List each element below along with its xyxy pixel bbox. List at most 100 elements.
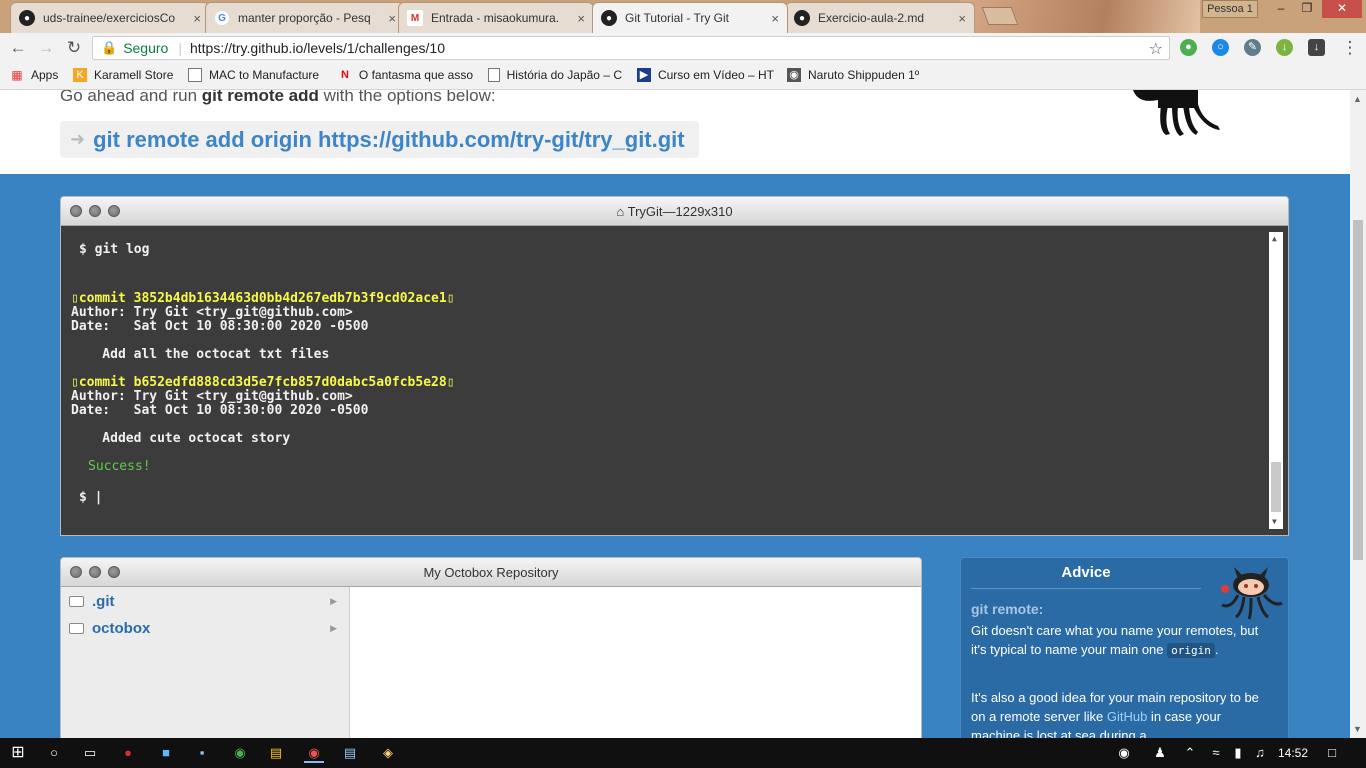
tab-close-icon[interactable]: × [388,11,396,26]
notepad-icon[interactable]: ▤ [340,743,360,763]
tab-close-icon[interactable]: × [193,11,201,26]
github-icon: ● [19,10,35,26]
tab-title: Git Tutorial - Try Git [625,11,730,25]
tray-chevron-up-icon[interactable]: ⌃ [1180,743,1200,763]
karamell-icon: K [73,68,87,82]
file-preview [350,587,921,738]
tab-close-icon[interactable]: × [958,11,966,26]
terminal-output[interactable]: $ git log ▯commit 3852b4db1634463d0bb4d2… [61,226,1288,535]
scroll-thumb[interactable] [1271,462,1281,512]
bookmark-mac-manufacture[interactable]: MAC to Manufacture [188,68,323,82]
window-zoom-dot[interactable] [108,566,120,578]
tab-google-search[interactable]: G manter proporção - Pesq × [205,2,405,33]
advice-text: . [1214,642,1219,657]
window-zoom-dot[interactable] [108,205,120,217]
commit-hash: commit b652edfd888cd3d5e7fcb857d0dabc5a0… [78,375,447,390]
bookmark-historia-japao[interactable]: História do Japão – C [488,68,622,82]
minimize-button[interactable]: – [1268,0,1294,18]
system-clock[interactable]: 14:52 [1278,746,1308,760]
page-scrollbar[interactable]: ▲ ▼ [1350,90,1366,738]
terminal-scrollbar[interactable]: ▲ ▼ [1269,232,1283,529]
green-app-icon[interactable]: ◉ [230,743,250,763]
repository-window: My Octobox Repository .git ▶ octobox ▶ [60,557,922,738]
bookmark-karamell[interactable]: K Karamell Store [73,68,183,82]
tab-close-icon[interactable]: × [771,11,779,26]
window-close-dot[interactable] [70,205,82,217]
address-bar[interactable]: 🔒 Seguro | https://try.github.io/levels/… [92,36,1170,60]
folder-icon [69,622,84,634]
eyedropper-icon[interactable]: ✎ [1244,39,1261,56]
bookmark-netflix[interactable]: N O fantasma que asso [338,68,473,82]
tab-uds-trainee[interactable]: ● uds-trainee/exerciciosCo × [10,2,210,33]
divider [971,588,1201,589]
netflix-icon: N [340,69,349,81]
commit-message: Added cute octocat story [71,431,291,446]
wifi-icon[interactable]: ≈ [1206,743,1226,763]
tab-git-tutorial[interactable]: ● Git Tutorial - Try Git × [592,2,788,33]
battery-icon[interactable]: ▮ [1228,743,1248,763]
instruction-panel: Go ahead and run git remote add with the… [0,90,1350,174]
bookmark-star-icon[interactable]: ☆ [1149,39,1163,59]
menu-dots-icon[interactable]: ⋮ [1340,38,1360,58]
scroll-up-icon[interactable]: ▲ [1272,234,1277,243]
window-close-dot[interactable] [70,566,82,578]
download-dark-icon[interactable]: ↓ [1308,39,1325,56]
bookmark-naruto[interactable]: ◉ Naruto Shippuden 1º [787,68,924,82]
secure-label: Seguro [123,40,169,56]
window-minimize-dot[interactable] [89,566,101,578]
window-minimize-dot[interactable] [89,205,101,217]
flag-app-icon[interactable]: ● [118,743,138,763]
people-icon[interactable]: ♟ [1150,743,1170,763]
paint-icon[interactable]: ◈ [378,743,398,763]
github-icon: ● [601,10,617,26]
tab-title: manter proporção - Pesq [238,11,371,25]
bookmark-curso-em-video[interactable]: ▶ Curso em Vídeo – HT [637,68,774,82]
volume-icon[interactable]: ♫ [1250,743,1270,763]
extension-circle-icon[interactable]: ○ [1212,39,1229,56]
command-suggestion[interactable]: ➜ git remote add origin https://github.c… [60,121,699,158]
tab-gmail[interactable]: M Entrada - misaokumura. × [398,2,594,33]
profile-button[interactable]: Pessoa 1 [1202,0,1258,18]
reload-icon[interactable]: ↻ [64,38,84,58]
file-explorer-icon[interactable]: ▤ [266,743,286,763]
forward-icon[interactable]: → [36,38,56,58]
maximize-button[interactable]: ❐ [1294,0,1320,18]
scroll-down-icon[interactable]: ▼ [1353,724,1362,734]
bookmark-app-icon[interactable]: ▪ [192,743,212,763]
task-view-icon[interactable]: ▭ [80,743,100,763]
scroll-up-icon[interactable]: ▲ [1353,94,1362,104]
notifications-icon[interactable]: □ [1322,743,1342,763]
advice-panel: Advice git remote: Git doesn't care what… [960,557,1289,738]
terminal-input-prompt[interactable]: $ | [79,490,102,505]
scroll-down-icon[interactable]: ▼ [1272,517,1277,526]
back-icon[interactable]: ← [8,38,28,58]
github-link[interactable]: GitHub [1107,709,1147,724]
database-app-icon[interactable]: ■ [156,743,176,763]
chrome-icon[interactable]: ◉ [304,743,324,763]
bookmark-label: Apps [31,68,59,82]
url-text[interactable]: https://try.github.io/levels/1/challenge… [190,40,445,56]
command-text[interactable]: git remote add origin https://github.com… [93,127,685,153]
search-icon[interactable]: ○ [44,743,64,763]
tab-exercicio-md[interactable]: ● Exercicio-aula-2.md × [785,2,975,33]
octocat-icon [1221,567,1283,620]
close-window-button[interactable]: ✕ [1322,0,1362,18]
bookmark-apps[interactable]: ▦ Apps [10,68,58,82]
new-tab-button[interactable] [981,7,1019,25]
extension-green-icon[interactable]: ● [1180,39,1197,56]
tab-close-icon[interactable]: × [577,11,585,26]
folder-octobox[interactable]: octobox ▶ [69,618,345,638]
scroll-thumb[interactable] [1353,220,1363,560]
user-avatar-icon[interactable]: ◉ [1114,743,1134,763]
arrow-icon: ➜ [70,129,86,149]
commit-message: Add all the octocat txt files [71,347,330,362]
folder-git[interactable]: .git ▶ [69,591,345,611]
download-green-icon[interactable]: ↓ [1276,39,1293,56]
windows-start-icon[interactable]: ⊞ [8,743,28,763]
instruction-bold: git remote add [201,90,319,105]
naruto-icon: ◉ [787,68,801,82]
tab-title: uds-trainee/exerciciosCo [43,11,176,25]
instruction-text: Go ahead and run git remote add with the… [60,90,496,106]
toolbar: ← → ↻ 🔒 Seguro | https://try.github.io/l… [0,33,1366,63]
page-icon [188,68,202,82]
